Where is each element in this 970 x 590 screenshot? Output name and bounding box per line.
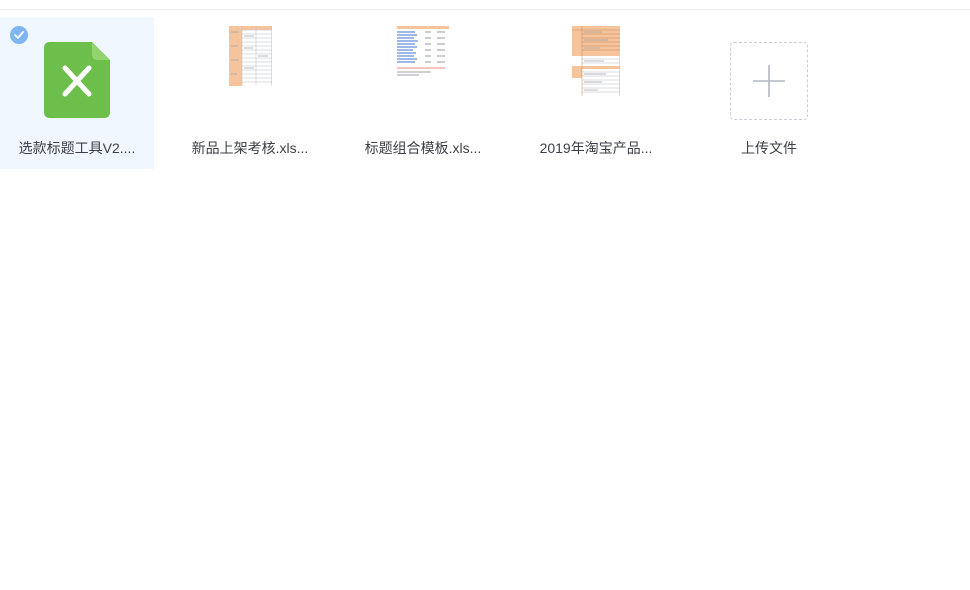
upload-file-button[interactable]: 上传文件 xyxy=(692,17,846,169)
file-tile-1[interactable]: 选款标题工具V2.... xyxy=(0,17,154,169)
spreadsheet-thumbnail xyxy=(572,26,620,96)
file-tile-3[interactable]: 标题组合模板.xls... xyxy=(346,17,500,169)
file-tile-4[interactable]: 2019年淘宝产品... xyxy=(519,17,673,169)
file-browser: 选款标题工具V2.... 新品上架考核.xls... 标题组合模板.xls...… xyxy=(0,0,970,590)
upload-drop-zone[interactable] xyxy=(730,42,808,120)
top-divider xyxy=(0,9,970,10)
file-tile-2[interactable]: 新品上架考核.xls... xyxy=(173,17,327,169)
file-grid: 选款标题工具V2.... 新品上架考核.xls... 标题组合模板.xls...… xyxy=(0,17,865,169)
file-name: 选款标题工具V2.... xyxy=(18,140,136,156)
file-name: 2019年淘宝产品... xyxy=(539,140,653,156)
file-name: 新品上架考核.xls... xyxy=(191,140,309,156)
plus-icon xyxy=(753,65,785,97)
spreadsheet-thumbnail xyxy=(395,26,451,78)
upload-label: 上传文件 xyxy=(741,140,797,156)
excel-icon xyxy=(44,42,110,118)
spreadsheet-thumbnail xyxy=(228,26,272,86)
file-name: 标题组合模板.xls... xyxy=(364,140,482,156)
